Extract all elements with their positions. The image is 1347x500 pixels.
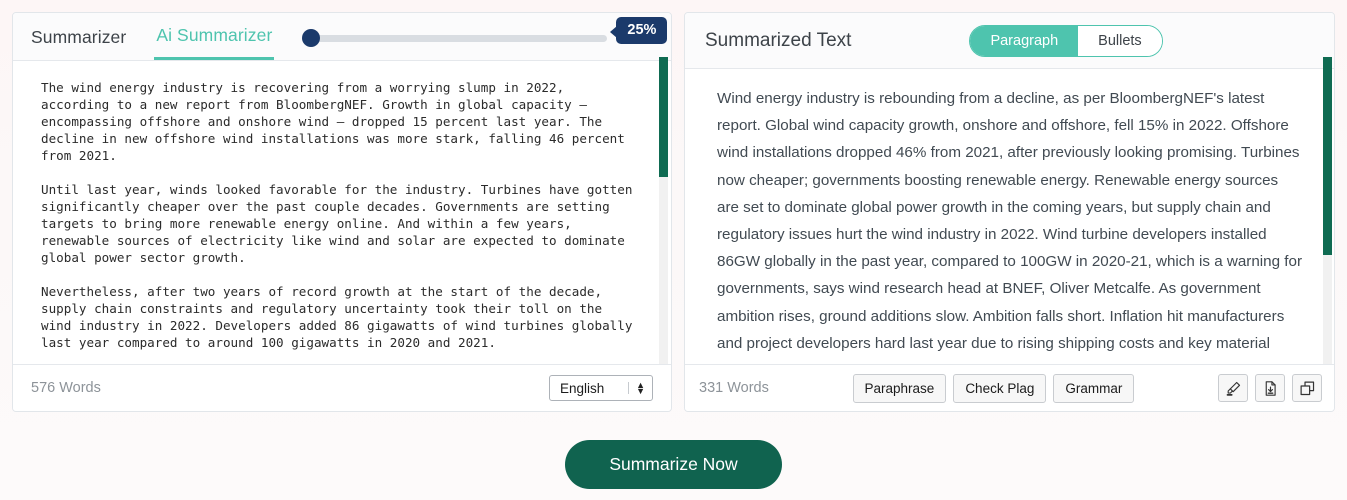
download-file-icon[interactable] <box>1255 374 1285 402</box>
cta-container: Summarize Now <box>0 440 1347 489</box>
summarize-now-button[interactable]: Summarize Now <box>565 440 781 489</box>
summary-length-slider[interactable]: 25% <box>302 27 607 49</box>
source-paragraph: The wind energy industry is recovering f… <box>41 79 645 164</box>
source-text-panel: Summarizer Ai Summarizer 25% The wind en… <box>12 12 672 412</box>
summarizer-page: Summarizer Ai Summarizer 25% The wind en… <box>0 0 1347 500</box>
summary-text: Wind energy industry is rebounding from … <box>717 85 1304 365</box>
left-scrollbar-thumb[interactable] <box>659 57 668 177</box>
right-panel-header: Summarized Text Paragraph Bullets <box>685 13 1334 69</box>
source-paragraph: Until last year, winds looked favorable … <box>41 181 645 266</box>
tab-ai-summarizer[interactable]: Ai Summarizer <box>154 25 274 60</box>
slider-value-badge: 25% <box>616 17 667 45</box>
summary-textarea[interactable]: Wind energy industry is rebounding from … <box>685 69 1334 365</box>
grammar-button[interactable]: Grammar <box>1053 374 1134 403</box>
right-panel-footer: 331 Words Paraphrase Check Plag Grammar <box>685 364 1334 411</box>
tab-summarizer[interactable]: Summarizer <box>29 27 128 59</box>
slider-thumb[interactable] <box>302 29 320 47</box>
view-mode-toggle[interactable]: Paragraph Bullets <box>969 25 1162 57</box>
right-scrollbar[interactable] <box>1323 57 1332 411</box>
check-plagiarism-button[interactable]: Check Plag <box>953 374 1046 403</box>
toggle-bullets[interactable]: Bullets <box>1078 26 1162 56</box>
left-scrollbar[interactable] <box>659 57 668 411</box>
chevron-updown-icon[interactable]: ▲▼ <box>628 382 650 394</box>
summary-word-count: 331 Words <box>699 380 769 396</box>
left-panel-header: Summarizer Ai Summarizer 25% <box>13 13 671 61</box>
page-title: Summarized Text <box>705 30 851 52</box>
slider-track[interactable] <box>302 35 607 42</box>
source-word-count: 576 Words <box>31 380 101 396</box>
copy-icon[interactable] <box>1292 374 1322 402</box>
source-paragraph: Nevertheless, after two years of record … <box>41 283 645 351</box>
language-select[interactable]: English ▲▼ <box>549 375 653 401</box>
source-textarea[interactable]: The wind energy industry is recovering f… <box>13 61 671 365</box>
summarized-text-panel: Summarized Text Paragraph Bullets Wind e… <box>684 12 1335 412</box>
left-panel-footer: 576 Words English ▲▼ <box>13 364 671 411</box>
highlighter-icon[interactable] <box>1218 374 1248 402</box>
toggle-paragraph[interactable]: Paragraph <box>970 26 1078 56</box>
right-scrollbar-thumb[interactable] <box>1323 57 1332 255</box>
paraphrase-button[interactable]: Paraphrase <box>853 374 947 403</box>
language-select-value: English <box>560 381 628 396</box>
